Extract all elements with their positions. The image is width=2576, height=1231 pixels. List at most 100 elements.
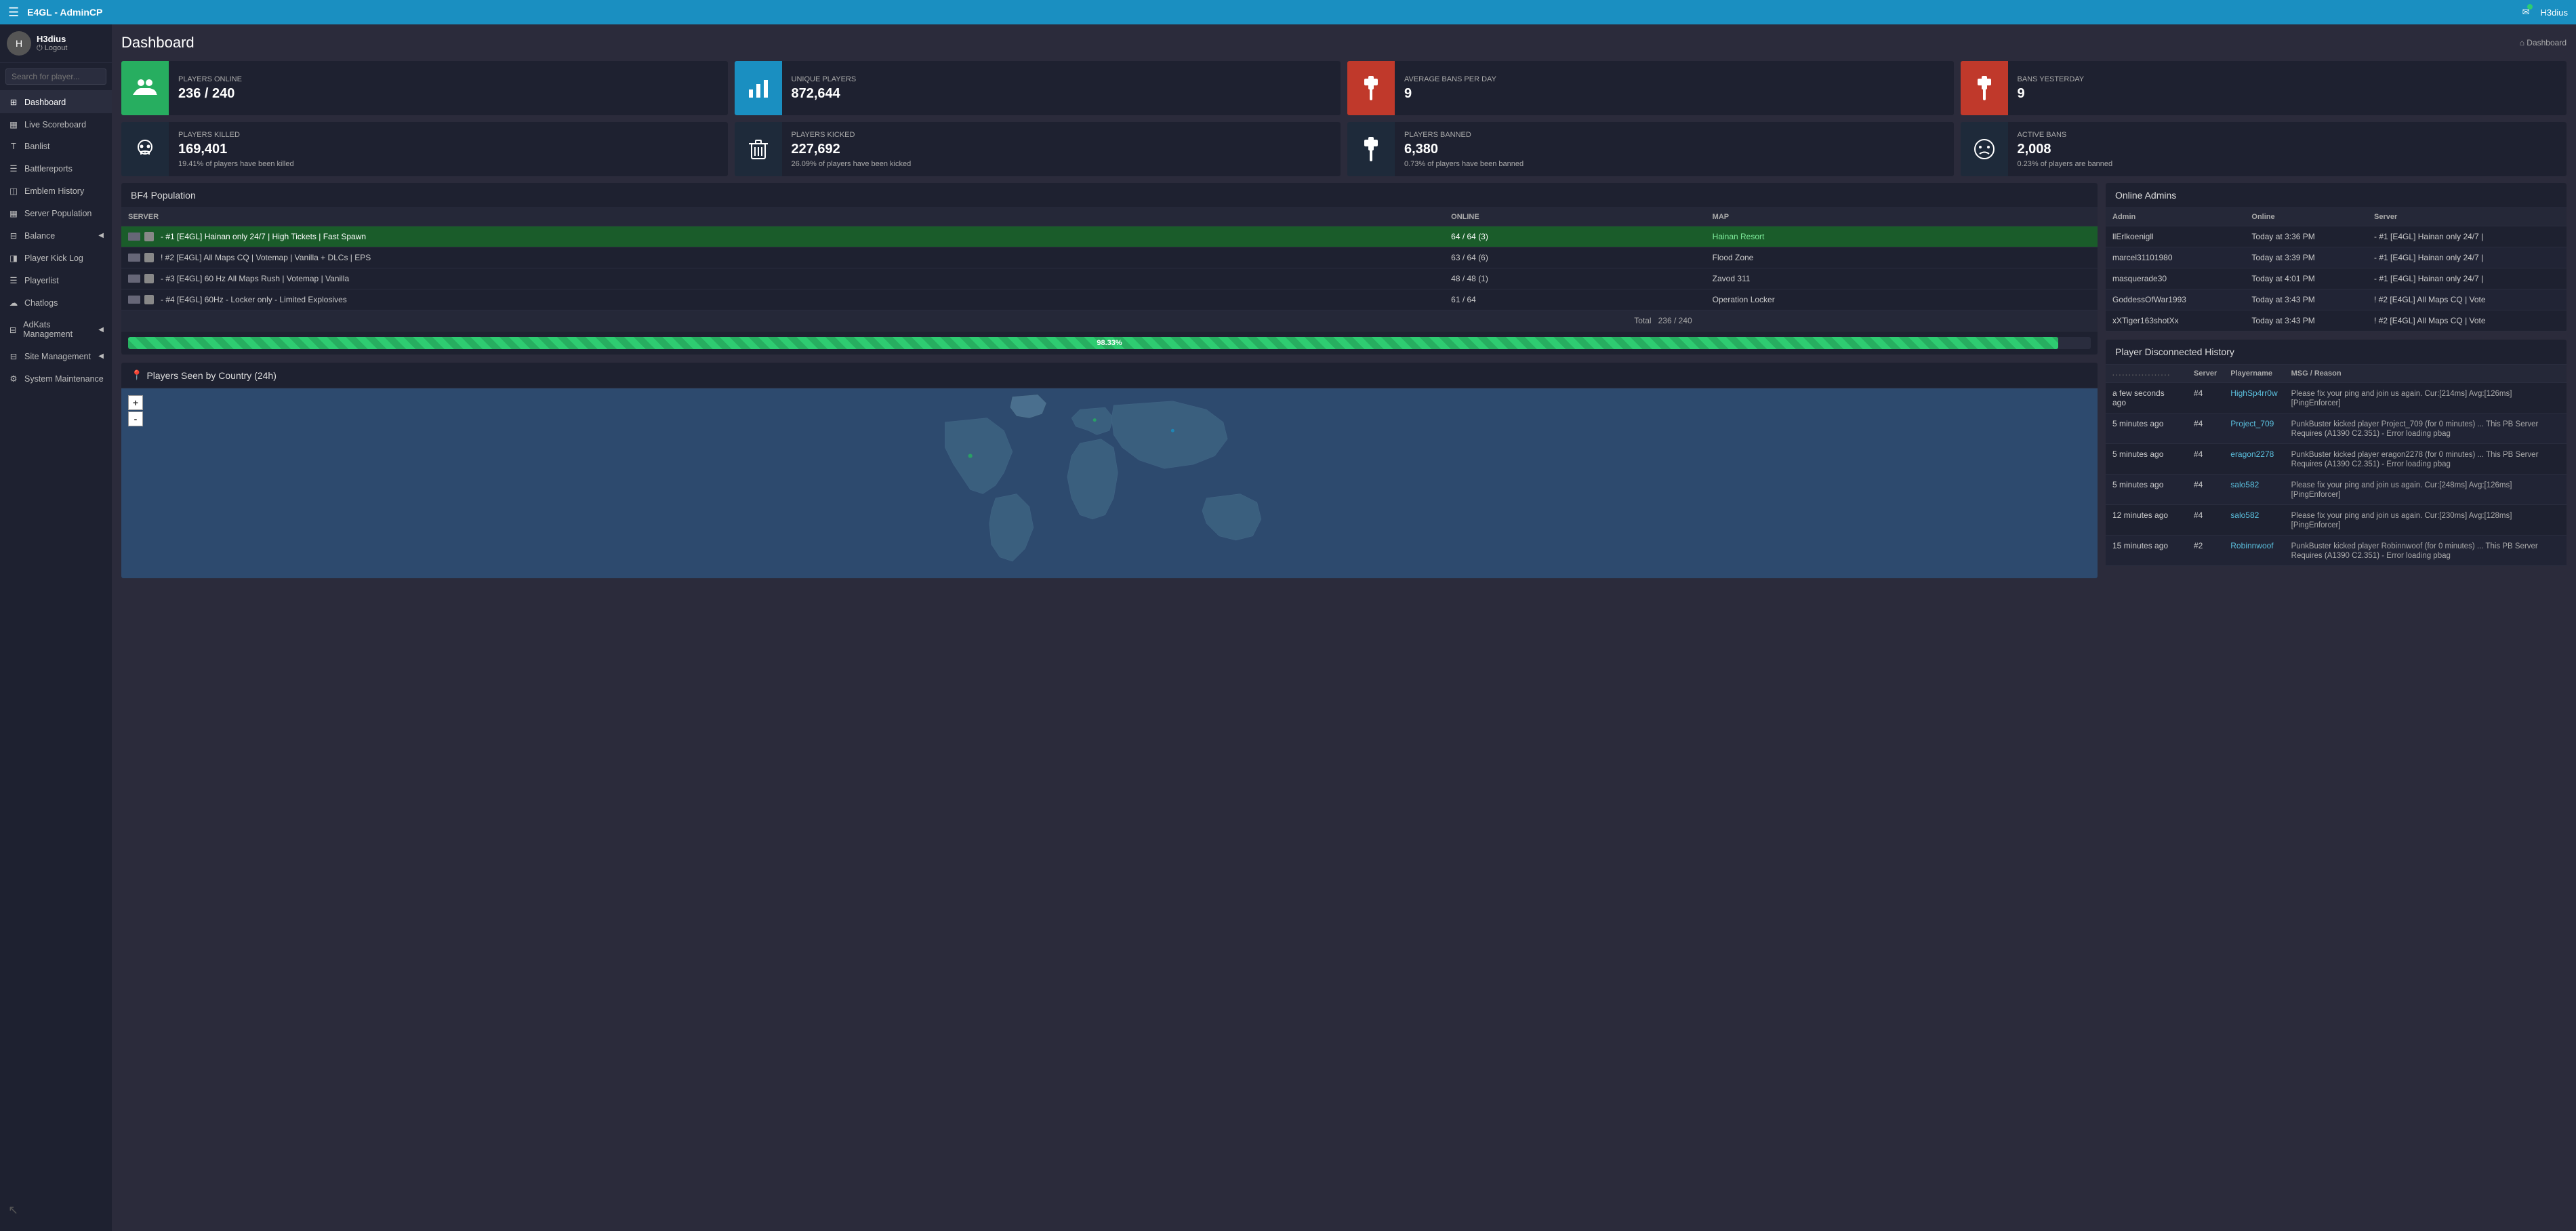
admin-name: masquerade30 xyxy=(2106,268,2245,289)
page-title: Dashboard xyxy=(121,34,195,52)
col-admin: Admin xyxy=(2106,208,2245,226)
col-disc-server: Server xyxy=(2187,365,2224,383)
disc-player: salo582 xyxy=(2224,505,2284,536)
unique-players-label: UNIQUE PLAYERS xyxy=(792,75,1332,83)
admin-server: - #1 [E4GL] Hainan only 24/7 | xyxy=(2367,268,2567,289)
disc-player: Project_709 xyxy=(2224,413,2284,444)
sidebar-item-server-population[interactable]: ▦ Server Population xyxy=(0,202,112,224)
active-bans-label: ACTIVE BANS xyxy=(2018,131,2558,139)
disc-msg: PunkBuster kicked player Robinnwoof (for… xyxy=(2285,536,2567,566)
hamburger-menu[interactable]: ☰ xyxy=(8,5,19,20)
hammer-icon2 xyxy=(1974,76,1995,100)
sidebar-item-emblem-history[interactable]: ◫ Emblem History xyxy=(0,180,112,202)
nav-label-scoreboard: Live Scoreboard xyxy=(24,120,86,129)
disc-player: eragon2278 xyxy=(2224,444,2284,475)
map-header: 📍 Players Seen by Country (24h) xyxy=(121,363,2098,388)
col-server: Server xyxy=(2367,208,2567,226)
admin-server: ! #2 [E4GL] All Maps CQ | Vote xyxy=(2367,289,2567,310)
col-disc-time: .................. xyxy=(2106,365,2187,383)
nav-label-sys-maint: System Maintenance xyxy=(24,374,104,384)
right-column: Online Admins Admin Online Server xyxy=(2106,183,2567,578)
avg-bans-value: 9 xyxy=(1404,86,1944,102)
sys-maint-icon: ⚙ xyxy=(8,374,19,384)
bf4-population-panel: BF4 Population Server Online Map xyxy=(121,183,2098,355)
skull-icon xyxy=(134,138,156,160)
admin-server: - #1 [E4GL] Hainan only 24/7 | xyxy=(2367,226,2567,247)
disc-player: HighSp4rr0w xyxy=(2224,383,2284,413)
nav-label-population: Server Population xyxy=(24,209,91,218)
server-name-cell: - #4 [E4GL] 60Hz - Locker only - Limited… xyxy=(121,289,1444,310)
players-killed-value: 169,401 xyxy=(178,142,718,157)
avg-bans-icon-box xyxy=(1347,61,1395,115)
profile-info: H3dius ⏻ Logout xyxy=(37,34,67,53)
sidebar-item-banlist[interactable]: T Banlist xyxy=(0,136,112,157)
playerlist-icon: ☰ xyxy=(8,275,19,285)
col-online-time: Online xyxy=(2245,208,2367,226)
kick-log-icon: ◨ xyxy=(8,253,19,263)
disconnected-table: .................. Server Playername MSG… xyxy=(2106,365,2567,566)
stats-row-1: PLAYERS ONLINE 236 / 240 UNIQUE PLAYERS … xyxy=(121,61,2567,115)
messages-icon[interactable]: ✉ xyxy=(2522,7,2530,18)
nav-label-balance: Balance xyxy=(24,231,55,241)
active-bans-value: 2,008 xyxy=(2018,142,2558,157)
players-killed-info: PLAYERS KILLED 169,401 19.41% of players… xyxy=(169,122,728,176)
players-banned-sub: 0.73% of players have been banned xyxy=(1404,160,1944,168)
search-input[interactable] xyxy=(5,68,106,85)
zoom-in-button[interactable]: + xyxy=(128,395,143,410)
nav-label-site-mgmt: Site Management xyxy=(24,352,91,361)
logout-link[interactable]: ⏻ Logout xyxy=(37,44,67,53)
progress-text: 98.33% xyxy=(1097,339,1122,347)
sidebar-item-dashboard[interactable]: ⊞ Dashboard xyxy=(0,91,112,113)
disc-time: 5 minutes ago xyxy=(2106,444,2187,475)
disc-server: #4 xyxy=(2187,413,2224,444)
sidebar-nav: ⊞ Dashboard ▦ Live Scoreboard T Banlist … xyxy=(0,91,112,1190)
sidebar-item-system-maintenance[interactable]: ⚙ System Maintenance xyxy=(0,367,112,390)
emblem-icon: ◫ xyxy=(8,186,19,196)
stat-card-avg-bans: AVERAGE BANS PER DAY 9 xyxy=(1347,61,1954,115)
stat-card-players-killed: PLAYERS KILLED 169,401 19.41% of players… xyxy=(121,122,728,176)
online-admins-panel: Online Admins Admin Online Server xyxy=(2106,183,2567,331)
players-online-label: PLAYERS ONLINE xyxy=(178,75,718,83)
zoom-out-button[interactable]: - xyxy=(128,411,143,426)
nav-label-battlereports: Battlereports xyxy=(24,164,73,174)
sidebar-item-live-scoreboard[interactable]: ▦ Live Scoreboard xyxy=(0,113,112,136)
disc-server: #4 xyxy=(2187,383,2224,413)
nav-label-dashboard: Dashboard xyxy=(24,98,66,107)
sidebar-item-player-kick-log[interactable]: ◨ Player Kick Log xyxy=(0,247,112,269)
disconnected-history-header: Player Disconnected History xyxy=(2106,340,2567,365)
players-kicked-sub: 26.09% of players have been kicked xyxy=(792,160,1332,168)
players-killed-sub: 19.41% of players have been killed xyxy=(178,160,718,168)
scoreboard-icon: ▦ xyxy=(8,119,19,129)
table-row[interactable]: - #1 [E4GL] Hainan only 24/7 | High Tick… xyxy=(121,226,2098,247)
nav-label-chatlogs: Chatlogs xyxy=(24,298,58,308)
online-admins-title: Online Admins xyxy=(2115,190,2176,201)
bans-yesterday-label: BANS YESTERDAY xyxy=(2018,75,2558,83)
bans-yesterday-info: BANS YESTERDAY 9 xyxy=(2008,61,2567,115)
sidebar-item-site-management[interactable]: ⊟ Site Management ◀ xyxy=(0,345,112,367)
table-row[interactable]: ! #2 [E4GL] All Maps CQ | Votemap | Vani… xyxy=(121,247,2098,268)
sidebar-item-chatlogs[interactable]: ☁ Chatlogs xyxy=(0,291,112,314)
disconnected-history-title: Player Disconnected History xyxy=(2115,346,2234,357)
active-bans-icon-box xyxy=(1961,122,2008,176)
server-online: 64 / 64 (3) xyxy=(1444,226,1706,247)
admin-name: GoddessOfWar1993 xyxy=(2106,289,2245,310)
avg-bans-info: AVERAGE BANS PER DAY 9 xyxy=(1395,61,1954,115)
disc-player: salo582 xyxy=(2224,475,2284,505)
disconnected-history-body: .................. Server Playername MSG… xyxy=(2106,365,2567,566)
map-container: + - xyxy=(121,388,2098,578)
table-row[interactable]: - #4 [E4GL] 60Hz - Locker only - Limited… xyxy=(121,289,2098,310)
table-row: xXTiger163shotXx Today at 3:43 PM ! #2 [… xyxy=(2106,310,2567,331)
sidebar-item-battlereports[interactable]: ☰ Battlereports xyxy=(0,157,112,180)
table-row[interactable]: - #3 [E4GL] 60 Hz All Maps Rush | Votema… xyxy=(121,268,2098,289)
active-bans-info: ACTIVE BANS 2,008 0.23% of players are b… xyxy=(2008,122,2567,176)
sidebar-item-balance[interactable]: ⊟ Balance ◀ xyxy=(0,224,112,247)
adkats-icon: ⊟ xyxy=(8,325,18,335)
sidebar-item-adkats[interactable]: ⊟ AdKats Management ◀ xyxy=(0,314,112,345)
stat-card-active-bans: ACTIVE BANS 2,008 0.23% of players are b… xyxy=(1961,122,2567,176)
disconnected-history-panel: Player Disconnected History ............… xyxy=(2106,340,2567,566)
col-disc-msg: MSG / Reason xyxy=(2285,365,2567,383)
server-name-cell: - #3 [E4GL] 60 Hz All Maps Rush | Votema… xyxy=(121,268,1444,289)
chart-icon xyxy=(748,77,769,99)
players-kicked-icon-box xyxy=(735,122,782,176)
sidebar-item-playerlist[interactable]: ☰ Playerlist xyxy=(0,269,112,291)
